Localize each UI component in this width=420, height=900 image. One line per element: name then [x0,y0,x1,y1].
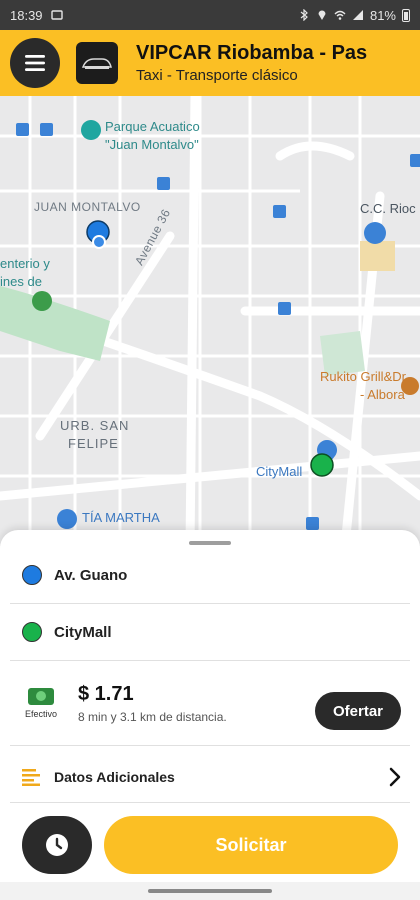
map-label-juan-montalvo: JUAN MONTALVO [34,200,141,214]
map-label-park: Parque Acuatico [105,119,200,134]
status-time: 18:39 [10,7,43,23]
origin-marker[interactable] [85,220,113,254]
map-label-rukito-2: - Albora [360,387,405,402]
payment-label: Efectivo [24,709,57,719]
clock-icon [46,834,68,856]
destination-marker[interactable] [309,452,335,478]
battery-icon [402,8,410,22]
origin-row[interactable]: Av. Guano [0,547,420,603]
map-view[interactable]: Parque Acuatico "Juan Montalvo" JUAN MON… [0,96,420,546]
map-label-felipe: FELIPE [68,436,119,451]
trip-price: $ 1.71 [78,683,134,705]
additional-data-label: Datos Adicionales [54,769,175,785]
status-bar: 18:39 81% [0,0,420,30]
origin-dot-icon [22,565,42,585]
bluetooth-icon [298,8,310,22]
notification-icon [50,9,63,21]
map-label-park-name: "Juan Montalvo" [105,137,199,152]
cash-icon [28,688,54,705]
offer-button[interactable]: Ofertar [315,692,401,730]
app-header: VIPCAR Riobamba - Pas Taxi - Transporte … [0,30,420,96]
chevron-right-icon [389,767,401,787]
map-label-tia: TÍA MARTHA [82,510,160,525]
trip-info: 8 min y 3.1 km de distancia. [78,710,227,724]
trip-sheet: Av. Guano CityMall Efectivo $ 1.71 8 min… [0,530,420,900]
map-label-urb-san: URB. SAN [60,418,130,433]
destination-label: CityMall [54,623,112,641]
action-bar: Solicitar [0,808,420,886]
origin-label: Av. Guano [54,566,128,584]
schedule-button[interactable] [22,816,92,874]
map-label-citymall: CityMall [256,464,303,479]
hamburger-icon [25,55,45,71]
additional-data-row[interactable]: Datos Adicionales [0,752,420,802]
payment-method[interactable]: Efectivo [20,688,62,719]
map-label-rukito: Rukito Grill&Dr [320,369,406,384]
map-label-cemetery-1: enterio y [0,256,50,271]
home-handle[interactable] [148,889,272,893]
destination-row[interactable]: CityMall [0,604,420,660]
list-icon [22,769,40,786]
divider [10,745,410,746]
menu-button[interactable] [10,38,60,88]
service-type: Taxi - Transporte clásico [136,67,298,84]
app-title: VIPCAR Riobamba - Pas [136,42,368,64]
sheet-grabber[interactable] [189,541,231,545]
signal-icon [352,9,364,21]
map-label-cc: C.C. Rioc [360,201,416,216]
map-label-cemetery-2: ines de [0,274,42,289]
wifi-icon [334,9,346,21]
destination-dot-icon [22,622,42,642]
location-icon [316,9,328,21]
divider [10,802,410,803]
vipcar-logo [76,42,118,84]
battery-percent: 81% [369,7,396,23]
request-button[interactable]: Solicitar [104,816,398,874]
fare-row: Efectivo $ 1.71 8 min y 3.1 km de distan… [0,670,420,742]
divider [10,660,410,661]
